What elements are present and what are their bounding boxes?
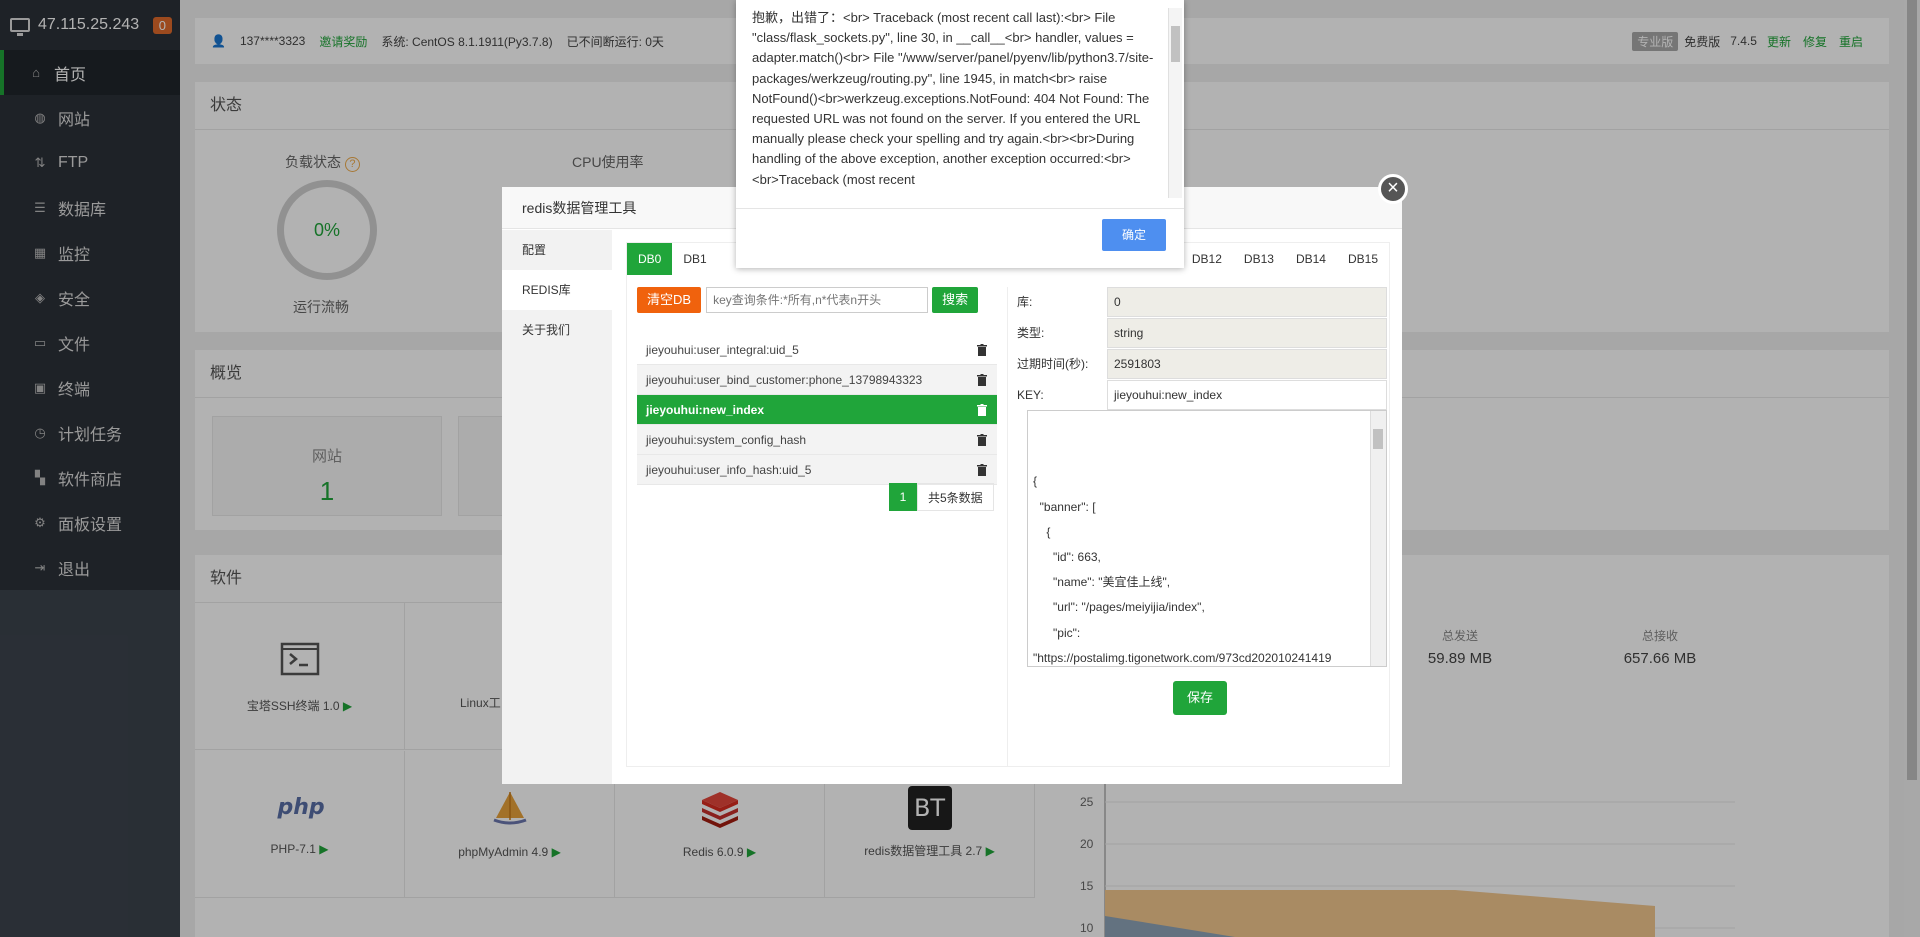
value-content: { "banner": [ { "id": 663, "name": "美宜佳上…	[1033, 474, 1332, 665]
nav-config[interactable]: 配置	[502, 230, 612, 270]
tab-db1[interactable]: DB1	[672, 243, 717, 275]
key-field[interactable]: jieyouhui:new_index	[1107, 379, 1387, 410]
search-button[interactable]: 搜索	[932, 287, 979, 313]
db-label: 库:	[1017, 295, 1033, 309]
key-name: jieyouhui:new_index	[646, 402, 765, 417]
dialog-main: DB0 DB1 DB11 DB12 DB13 DB14 DB15 清空DB 搜索…	[626, 242, 1390, 767]
key-list: jieyouhui:user_integral:uid_5 jieyouhui:u…	[637, 335, 997, 485]
nav-redis-db[interactable]: REDIS库	[502, 270, 612, 310]
key-row[interactable]: jieyouhui:new_index	[637, 395, 997, 425]
key-row[interactable]: jieyouhui:user_bind_customer:phone_13798…	[637, 365, 997, 395]
dialog-side-nav: 配置 REDIS库 关于我们	[502, 230, 612, 784]
key-toolbar: 清空DB 搜索	[637, 287, 979, 313]
key-detail: 库: 0 类型: string 过期时间(秒): 2591803 KEY: ji…	[1017, 286, 1387, 410]
key-name: jieyouhui:user_info_hash:uid_5	[646, 462, 812, 477]
key-name: jieyouhui:user_bind_customer:phone_13798…	[646, 372, 923, 387]
total-count: 共5条数据	[917, 483, 994, 511]
tab-db0[interactable]: DB0	[627, 243, 673, 275]
key-row[interactable]: jieyouhui:user_info_hash:uid_5	[637, 455, 997, 485]
tab-db12[interactable]: DB12	[1181, 243, 1233, 275]
pagination: 1 共5条数据	[889, 483, 994, 511]
tab-db14[interactable]: DB14	[1285, 243, 1337, 275]
value-textarea[interactable]: { "banner": [ { "id": 663, "name": "美宜佳上…	[1027, 410, 1387, 667]
ttl-label: 过期时间(秒):	[1017, 357, 1089, 371]
error-dialog: 抱歉，出错了：<br> Traceback (most recent call …	[736, 0, 1184, 268]
type-label: 类型:	[1017, 326, 1045, 340]
tab-db15[interactable]: DB15	[1337, 243, 1389, 275]
trash-icon[interactable]	[977, 343, 987, 356]
confirm-button[interactable]: 确定	[1102, 219, 1166, 251]
type-field: string	[1107, 317, 1387, 348]
trash-icon[interactable]	[977, 403, 987, 416]
key-row[interactable]: jieyouhui:system_config_hash	[637, 425, 997, 455]
nav-about[interactable]: 关于我们	[502, 310, 612, 350]
db-field: 0	[1107, 286, 1387, 317]
error-scrollbar[interactable]	[1168, 8, 1182, 198]
key-name: jieyouhui:user_integral:uid_5	[646, 342, 799, 357]
error-message: 抱歉，出错了：<br> Traceback (most recent call …	[752, 10, 1154, 187]
clear-db-button[interactable]: 清空DB	[637, 287, 702, 313]
trash-icon[interactable]	[977, 433, 987, 446]
redis-manager-dialog: redis数据管理工具 × 配置 REDIS库 关于我们 DB0 DB1 DB1…	[502, 174, 1408, 784]
page-number[interactable]: 1	[889, 483, 917, 511]
value-scrollbar[interactable]	[1370, 411, 1386, 666]
key-label: KEY:	[1017, 387, 1044, 402]
key-name: jieyouhui:system_config_hash	[646, 432, 807, 447]
save-button[interactable]: 保存	[1173, 681, 1227, 715]
key-row[interactable]: jieyouhui:user_integral:uid_5	[637, 335, 997, 365]
trash-icon[interactable]	[977, 373, 987, 386]
close-icon[interactable]: ×	[1378, 174, 1408, 204]
trash-icon[interactable]	[977, 463, 987, 476]
tab-db13[interactable]: DB13	[1233, 243, 1285, 275]
key-search-input[interactable]	[706, 287, 929, 313]
ttl-field: 2591803	[1107, 348, 1387, 379]
